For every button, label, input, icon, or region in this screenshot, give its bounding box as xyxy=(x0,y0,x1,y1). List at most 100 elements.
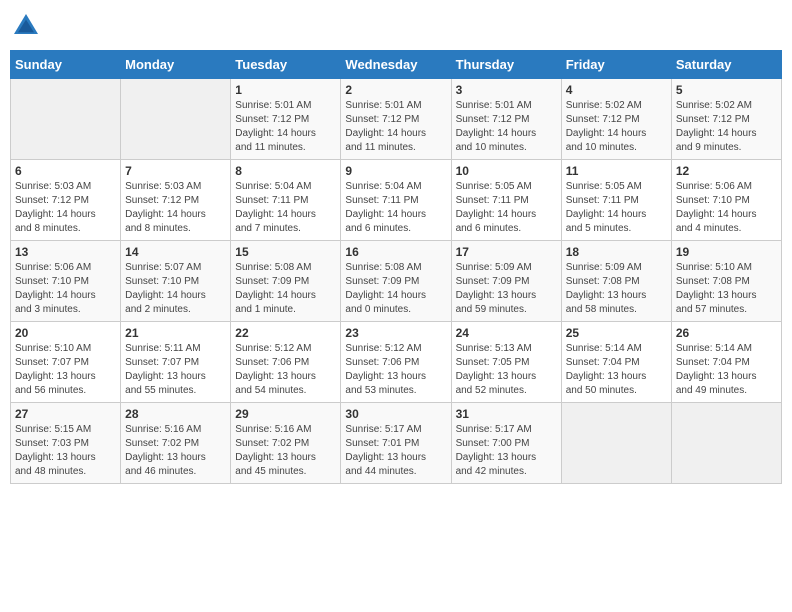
day-number: 1 xyxy=(235,83,336,97)
day-number: 7 xyxy=(125,164,226,178)
calendar-cell: 15 Sunrise: 5:08 AM Sunset: 7:09 PM Dayli… xyxy=(231,241,341,322)
day-number: 25 xyxy=(566,326,667,340)
weekday-header: Thursday xyxy=(451,51,561,79)
calendar-cell: 27 Sunrise: 5:15 AM Sunset: 7:03 PM Dayli… xyxy=(11,403,121,484)
day-number: 19 xyxy=(676,245,777,259)
calendar-cell: 8 Sunrise: 5:04 AM Sunset: 7:11 PM Daylig… xyxy=(231,160,341,241)
calendar-cell: 19 Sunrise: 5:10 AM Sunset: 7:08 PM Dayli… xyxy=(671,241,781,322)
calendar-cell: 25 Sunrise: 5:14 AM Sunset: 7:04 PM Dayli… xyxy=(561,322,671,403)
calendar-cell xyxy=(121,79,231,160)
calendar-cell: 28 Sunrise: 5:16 AM Sunset: 7:02 PM Dayli… xyxy=(121,403,231,484)
day-detail: Sunrise: 5:01 AM Sunset: 7:12 PM Dayligh… xyxy=(345,99,446,155)
day-number: 28 xyxy=(125,407,226,421)
calendar-cell: 5Sunrise: 5:02 AM Sunset: 7:12 PM Daylig… xyxy=(671,79,781,160)
day-detail: Sunrise: 5:07 AM Sunset: 7:10 PM Dayligh… xyxy=(125,261,226,317)
day-number: 15 xyxy=(235,245,336,259)
day-number: 3 xyxy=(456,83,557,97)
day-detail: Sunrise: 5:02 AM Sunset: 7:12 PM Dayligh… xyxy=(566,99,667,155)
day-detail: Sunrise: 5:12 AM Sunset: 7:06 PM Dayligh… xyxy=(235,342,336,398)
calendar-cell: 22 Sunrise: 5:12 AM Sunset: 7:06 PM Dayli… xyxy=(231,322,341,403)
weekday-row: SundayMondayTuesdayWednesdayThursdayFrid… xyxy=(11,51,782,79)
day-detail: Sunrise: 5:10 AM Sunset: 7:08 PM Dayligh… xyxy=(676,261,777,317)
weekday-header: Monday xyxy=(121,51,231,79)
day-detail: Sunrise: 5:13 AM Sunset: 7:05 PM Dayligh… xyxy=(456,342,557,398)
calendar-cell: 21 Sunrise: 5:11 AM Sunset: 7:07 PM Dayli… xyxy=(121,322,231,403)
day-detail: Sunrise: 5:14 AM Sunset: 7:04 PM Dayligh… xyxy=(676,342,777,398)
calendar-cell: 23 Sunrise: 5:12 AM Sunset: 7:06 PM Dayli… xyxy=(341,322,451,403)
day-detail: Sunrise: 5:16 AM Sunset: 7:02 PM Dayligh… xyxy=(235,423,336,479)
day-detail: Sunrise: 5:15 AM Sunset: 7:03 PM Dayligh… xyxy=(15,423,116,479)
day-number: 22 xyxy=(235,326,336,340)
day-detail: Sunrise: 5:03 AM Sunset: 7:12 PM Dayligh… xyxy=(125,180,226,236)
day-detail: Sunrise: 5:09 AM Sunset: 7:09 PM Dayligh… xyxy=(456,261,557,317)
day-number: 12 xyxy=(676,164,777,178)
day-number: 6 xyxy=(15,164,116,178)
calendar-cell: 17Sunrise: 5:09 AM Sunset: 7:09 PM Dayli… xyxy=(451,241,561,322)
calendar-cell: 11Sunrise: 5:05 AM Sunset: 7:11 PM Dayli… xyxy=(561,160,671,241)
day-detail: Sunrise: 5:01 AM Sunset: 7:12 PM Dayligh… xyxy=(235,99,336,155)
day-number: 20 xyxy=(15,326,116,340)
day-number: 27 xyxy=(15,407,116,421)
day-number: 14 xyxy=(125,245,226,259)
weekday-header: Tuesday xyxy=(231,51,341,79)
calendar-cell: 16 Sunrise: 5:08 AM Sunset: 7:09 PM Dayli… xyxy=(341,241,451,322)
calendar-cell xyxy=(561,403,671,484)
day-detail: Sunrise: 5:01 AM Sunset: 7:12 PM Dayligh… xyxy=(456,99,557,155)
day-detail: Sunrise: 5:12 AM Sunset: 7:06 PM Dayligh… xyxy=(345,342,446,398)
header xyxy=(10,10,782,42)
day-detail: Sunrise: 5:02 AM Sunset: 7:12 PM Dayligh… xyxy=(676,99,777,155)
day-number: 30 xyxy=(345,407,446,421)
calendar-week-row: 27 Sunrise: 5:15 AM Sunset: 7:03 PM Dayli… xyxy=(11,403,782,484)
calendar-body: 1 Sunrise: 5:01 AM Sunset: 7:12 PM Daylig… xyxy=(11,79,782,484)
day-detail: Sunrise: 5:04 AM Sunset: 7:11 PM Dayligh… xyxy=(345,180,446,236)
calendar-cell: 31 Sunrise: 5:17 AM Sunset: 7:00 PM Dayli… xyxy=(451,403,561,484)
weekday-header: Saturday xyxy=(671,51,781,79)
day-number: 8 xyxy=(235,164,336,178)
calendar-header: SundayMondayTuesdayWednesdayThursdayFrid… xyxy=(11,51,782,79)
day-number: 31 xyxy=(456,407,557,421)
calendar-cell: 4 Sunrise: 5:02 AM Sunset: 7:12 PM Daylig… xyxy=(561,79,671,160)
calendar-cell: 30 Sunrise: 5:17 AM Sunset: 7:01 PM Dayli… xyxy=(341,403,451,484)
day-detail: Sunrise: 5:09 AM Sunset: 7:08 PM Dayligh… xyxy=(566,261,667,317)
calendar-week-row: 13Sunrise: 5:06 AM Sunset: 7:10 PM Dayli… xyxy=(11,241,782,322)
calendar-cell: 26 Sunrise: 5:14 AM Sunset: 7:04 PM Dayli… xyxy=(671,322,781,403)
day-detail: Sunrise: 5:16 AM Sunset: 7:02 PM Dayligh… xyxy=(125,423,226,479)
day-number: 26 xyxy=(676,326,777,340)
day-number: 21 xyxy=(125,326,226,340)
calendar-cell: 10Sunrise: 5:05 AM Sunset: 7:11 PM Dayli… xyxy=(451,160,561,241)
day-detail: Sunrise: 5:08 AM Sunset: 7:09 PM Dayligh… xyxy=(235,261,336,317)
calendar-cell: 13Sunrise: 5:06 AM Sunset: 7:10 PM Dayli… xyxy=(11,241,121,322)
day-detail: Sunrise: 5:17 AM Sunset: 7:00 PM Dayligh… xyxy=(456,423,557,479)
day-number: 16 xyxy=(345,245,446,259)
day-number: 10 xyxy=(456,164,557,178)
calendar-cell: 18 Sunrise: 5:09 AM Sunset: 7:08 PM Dayli… xyxy=(561,241,671,322)
logo xyxy=(10,10,46,42)
calendar-cell: 7 Sunrise: 5:03 AM Sunset: 7:12 PM Daylig… xyxy=(121,160,231,241)
day-number: 4 xyxy=(566,83,667,97)
calendar-cell: 3 Sunrise: 5:01 AM Sunset: 7:12 PM Daylig… xyxy=(451,79,561,160)
day-detail: Sunrise: 5:04 AM Sunset: 7:11 PM Dayligh… xyxy=(235,180,336,236)
calendar-week-row: 6 Sunrise: 5:03 AM Sunset: 7:12 PM Daylig… xyxy=(11,160,782,241)
day-number: 2 xyxy=(345,83,446,97)
calendar-cell: 24 Sunrise: 5:13 AM Sunset: 7:05 PM Dayli… xyxy=(451,322,561,403)
day-number: 29 xyxy=(235,407,336,421)
calendar-cell xyxy=(671,403,781,484)
calendar-cell: 14 Sunrise: 5:07 AM Sunset: 7:10 PM Dayli… xyxy=(121,241,231,322)
calendar-cell: 1 Sunrise: 5:01 AM Sunset: 7:12 PM Daylig… xyxy=(231,79,341,160)
day-number: 13 xyxy=(15,245,116,259)
day-number: 24 xyxy=(456,326,557,340)
day-number: 18 xyxy=(566,245,667,259)
calendar-week-row: 1 Sunrise: 5:01 AM Sunset: 7:12 PM Daylig… xyxy=(11,79,782,160)
weekday-header: Sunday xyxy=(11,51,121,79)
day-detail: Sunrise: 5:03 AM Sunset: 7:12 PM Dayligh… xyxy=(15,180,116,236)
day-number: 23 xyxy=(345,326,446,340)
calendar-cell xyxy=(11,79,121,160)
calendar-cell: 29 Sunrise: 5:16 AM Sunset: 7:02 PM Dayli… xyxy=(231,403,341,484)
logo-icon xyxy=(10,10,42,42)
day-detail: Sunrise: 5:11 AM Sunset: 7:07 PM Dayligh… xyxy=(125,342,226,398)
day-detail: Sunrise: 5:14 AM Sunset: 7:04 PM Dayligh… xyxy=(566,342,667,398)
day-detail: Sunrise: 5:17 AM Sunset: 7:01 PM Dayligh… xyxy=(345,423,446,479)
day-detail: Sunrise: 5:08 AM Sunset: 7:09 PM Dayligh… xyxy=(345,261,446,317)
day-detail: Sunrise: 5:05 AM Sunset: 7:11 PM Dayligh… xyxy=(566,180,667,236)
calendar-cell: 20Sunrise: 5:10 AM Sunset: 7:07 PM Dayli… xyxy=(11,322,121,403)
